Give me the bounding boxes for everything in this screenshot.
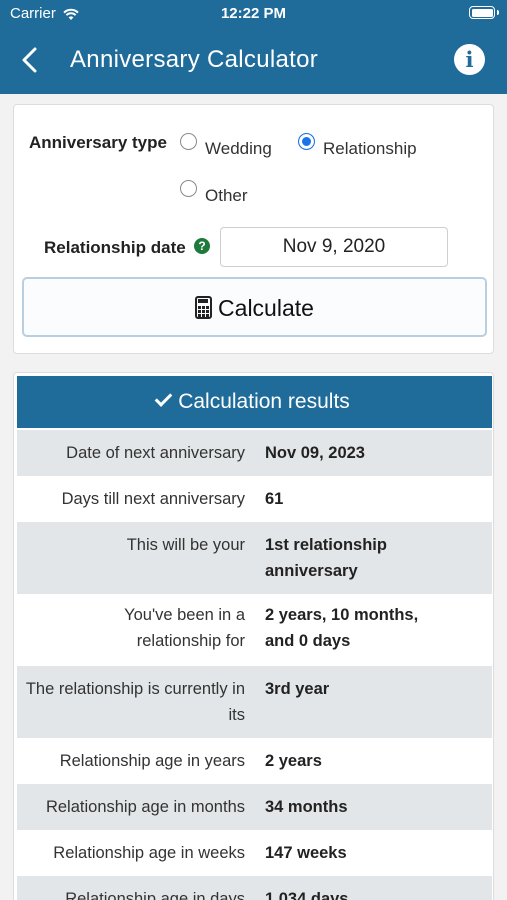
result-label: You've been in a relationship for <box>124 606 245 650</box>
radio-relationship-label[interactable]: Relationship <box>323 139 417 159</box>
result-row-age-years: Relationship age in years 2 years <box>17 738 492 784</box>
help-icon[interactable]: ? <box>194 238 210 254</box>
radio-other-label[interactable]: Other <box>205 186 248 206</box>
result-row-age-months: Relationship age in months 34 months <box>17 784 492 830</box>
relationship-date-field[interactable]: Nov 9, 2020 <box>220 227 448 267</box>
result-value: 3rd year <box>265 680 330 698</box>
result-row-age-days: Relationship age in days 1,034 days <box>17 876 492 900</box>
result-row-days-till: Days till next anniversary 61 <box>17 476 492 522</box>
result-label: Relationship age in years <box>59 752 245 770</box>
result-row-current-year: The relationship is currently in its 3rd… <box>17 666 492 738</box>
result-label: Relationship age in days <box>65 890 245 900</box>
result-value: 1,034 days <box>265 890 349 900</box>
radio-wedding-circle[interactable] <box>180 133 197 150</box>
result-value: 2 years, 10 months, and 0 days <box>265 606 419 650</box>
status-bar: Carrier 12:22 PM <box>0 5 507 25</box>
radio-wedding-label[interactable]: Wedding <box>205 139 272 159</box>
results-header: Calculation results <box>17 376 492 428</box>
nav-bar: Anniversary Calculator i <box>0 38 507 82</box>
results-title: Calculation results <box>178 390 350 413</box>
results-card: Calculation results Date of next anniver… <box>13 372 494 900</box>
anniversary-type-label: Anniversary type <box>29 133 167 152</box>
result-row-next-date: Date of next anniversary Nov 09, 2023 <box>17 430 492 476</box>
result-label: Relationship age in weeks <box>53 844 245 862</box>
page-title: Anniversary Calculator <box>70 46 319 73</box>
result-value: Nov 09, 2023 <box>265 444 365 462</box>
top-bar: Carrier 12:22 PM Anniversary Calculator … <box>0 0 507 94</box>
radio-other-circle[interactable] <box>180 180 197 197</box>
calculator-icon <box>195 296 213 319</box>
calculate-label[interactable]: Calculate <box>218 295 314 321</box>
result-value: 61 <box>265 490 284 508</box>
result-row-this-will-be: This will be your 1st relationship anniv… <box>17 522 492 594</box>
result-value: 1st relationship anniversary <box>265 536 387 580</box>
clock: 12:22 PM <box>220 5 287 22</box>
relationship-date-label: Relationship date <box>44 238 186 257</box>
result-label: Relationship age in months <box>45 798 245 816</box>
result-row-age-weeks: Relationship age in weeks 147 weeks <box>17 830 492 876</box>
result-label: Date of next anniversary <box>66 444 245 462</box>
checkmark-icon <box>154 389 173 407</box>
info-icon[interactable]: i <box>454 44 485 75</box>
back-chevron-icon[interactable] <box>16 44 44 76</box>
result-label: Days till next anniversary <box>61 490 245 508</box>
result-value: 2 years <box>265 752 322 770</box>
battery-icon <box>469 6 499 19</box>
calculate-button[interactable]: Calculate <box>22 277 487 337</box>
result-value: 34 months <box>265 798 348 816</box>
radio-relationship-circle[interactable] <box>298 133 315 150</box>
result-value: 147 weeks <box>265 844 347 862</box>
result-label: This will be your <box>126 536 245 554</box>
result-row-duration: You've been in a relationship for 2 year… <box>17 594 492 666</box>
input-form-card: Anniversary type Wedding Relationship Ot… <box>13 104 494 354</box>
result-label: The relationship is currently in its <box>25 680 245 724</box>
calculate-button-content[interactable]: Calculate <box>24 295 485 322</box>
